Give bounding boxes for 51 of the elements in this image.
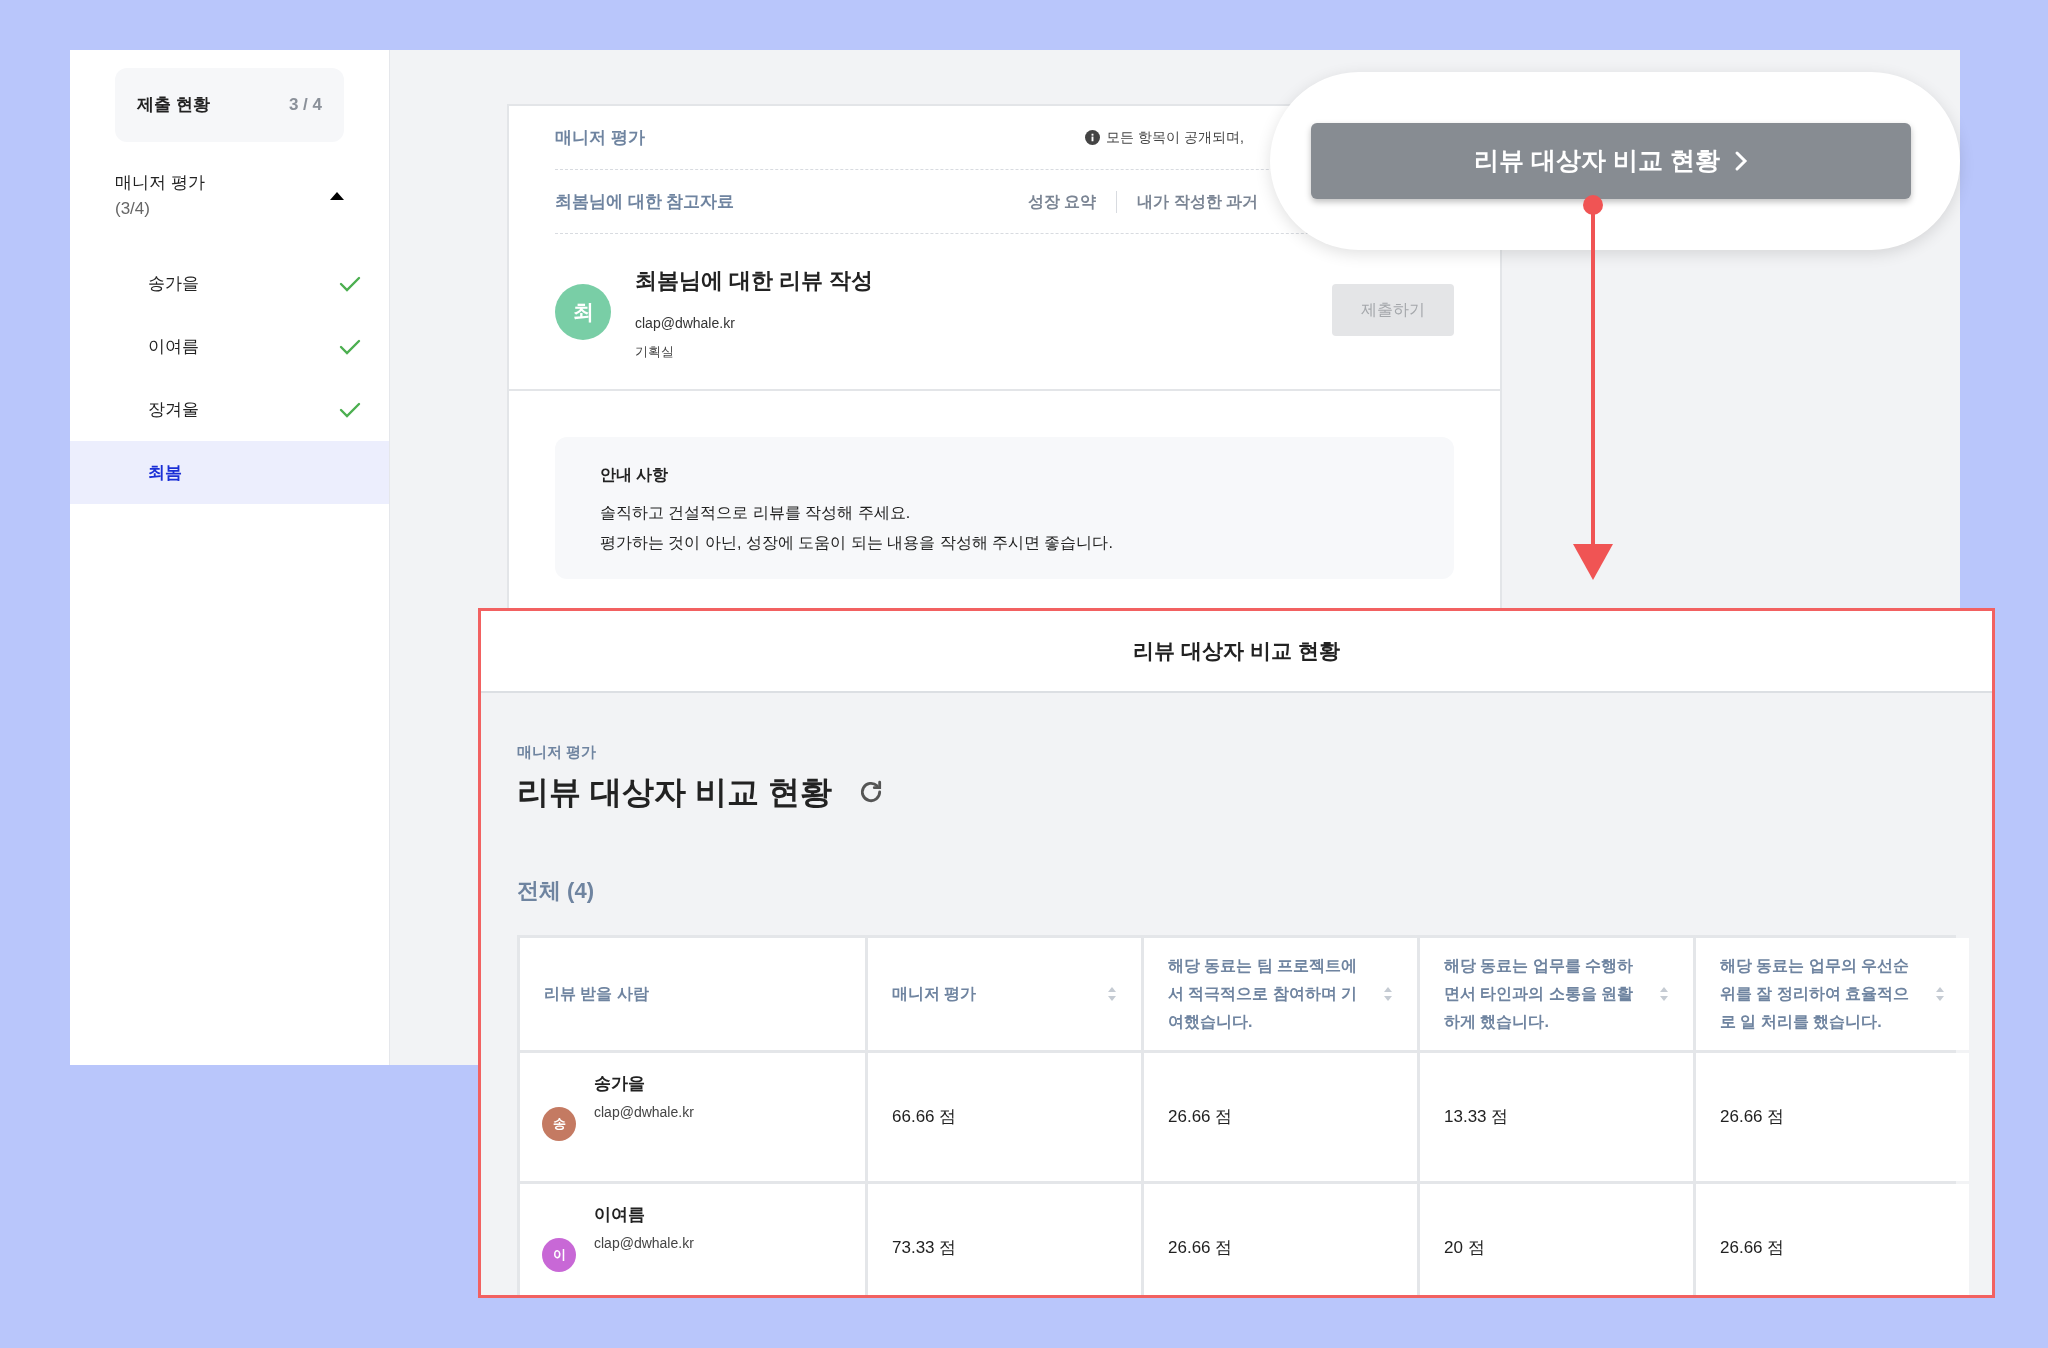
- sidebar-item[interactable]: 장겨울: [70, 378, 389, 441]
- column-header: 해당 동료는 업무를 수행하면서 타인과의 소통을 원활하게 했습니다.: [1420, 937, 1693, 1050]
- info-icon: [1085, 130, 1101, 145]
- score-cell: 66.66 점: [868, 1052, 1141, 1181]
- reference-link[interactable]: 내가 작성한 과거: [1137, 189, 1258, 214]
- references-label: 최봄님에 대한 참고자료: [555, 190, 735, 213]
- chevron-right-icon: [1733, 150, 1748, 172]
- comparison-title: 리뷰 대상자 비교 현황: [517, 772, 832, 812]
- sidebar-item[interactable]: 이여름: [70, 315, 389, 378]
- guide-text: 솔직하고 건설적으로 리뷰를 작성해 주세요.: [600, 503, 912, 523]
- sort-icon[interactable]: [1107, 985, 1117, 1002]
- column-header: 해당 동료는 업무의 우선순위를 잘 정리하여 효율적으로 일 처리를 했습니다.: [1696, 937, 1969, 1050]
- person-email: clap@dwhale.kr: [594, 1234, 694, 1253]
- checkmark-icon: [339, 337, 361, 356]
- summary-count: 3 / 4: [288, 94, 322, 117]
- score-cell: 26.66 점: [1144, 1183, 1417, 1295]
- review-title: 최봄님에 대한 리뷰 작성: [635, 267, 875, 295]
- column-header: 해당 동료는 팀 프로젝트에서 적극적으로 참여하며 기여했습니다.: [1144, 937, 1417, 1050]
- sort-icon[interactable]: [1659, 985, 1669, 1002]
- checkmark-icon: [339, 400, 361, 419]
- guide-text: 평가하는 것이 아닌, 성장에 도움이 되는 내용을 작성해 주시면 좋습니다.: [600, 533, 1114, 553]
- section-label: 매니저 평가: [555, 126, 645, 149]
- column-header: 매니저 평가: [868, 937, 1141, 1050]
- group-header[interactable]: 매니저 평가 (3/4): [115, 170, 344, 222]
- email-text: clap@dwhale.kr: [635, 314, 736, 333]
- person-name: 송가을: [594, 1072, 646, 1095]
- avatar: 이: [542, 1237, 576, 1272]
- column-header: 리뷰 받을 사람: [520, 937, 865, 1050]
- score-cell: 20 점: [1420, 1183, 1693, 1295]
- checkmark-icon: [339, 274, 361, 293]
- panel-header-title: 리뷰 대상자 비교 현황: [1133, 638, 1340, 665]
- score-cell: 13.33 점: [1420, 1052, 1693, 1181]
- avatar: 최: [555, 284, 611, 340]
- department-text: 기획실: [635, 343, 675, 361]
- reference-link[interactable]: 성장 요약: [1027, 189, 1097, 214]
- score-cell: 26.66 점: [1144, 1052, 1417, 1181]
- summary-label: 제출 현황: [137, 94, 210, 117]
- score-cell: 73.33 점: [868, 1183, 1141, 1295]
- person-name: 이여름: [594, 1203, 646, 1226]
- sidebar-item[interactable]: 송가을: [70, 252, 389, 315]
- sidebar-item[interactable]: 최봄: [70, 441, 389, 504]
- sort-icon[interactable]: [1383, 985, 1393, 1002]
- person-email: clap@dwhale.kr: [594, 1103, 694, 1122]
- avatar: 송: [542, 1106, 576, 1141]
- sort-icon[interactable]: [1935, 985, 1945, 1002]
- notice-text: 모든 항목이 공개되며,: [1106, 128, 1244, 147]
- total-count: 전체 (4): [517, 876, 595, 905]
- score-cell: 26.66 점: [1696, 1052, 1969, 1181]
- guide-title: 안내 사항: [600, 465, 670, 485]
- score-cell: 26.66 점: [1696, 1183, 1969, 1295]
- comparison-subtitle: 매니저 평가: [517, 742, 598, 762]
